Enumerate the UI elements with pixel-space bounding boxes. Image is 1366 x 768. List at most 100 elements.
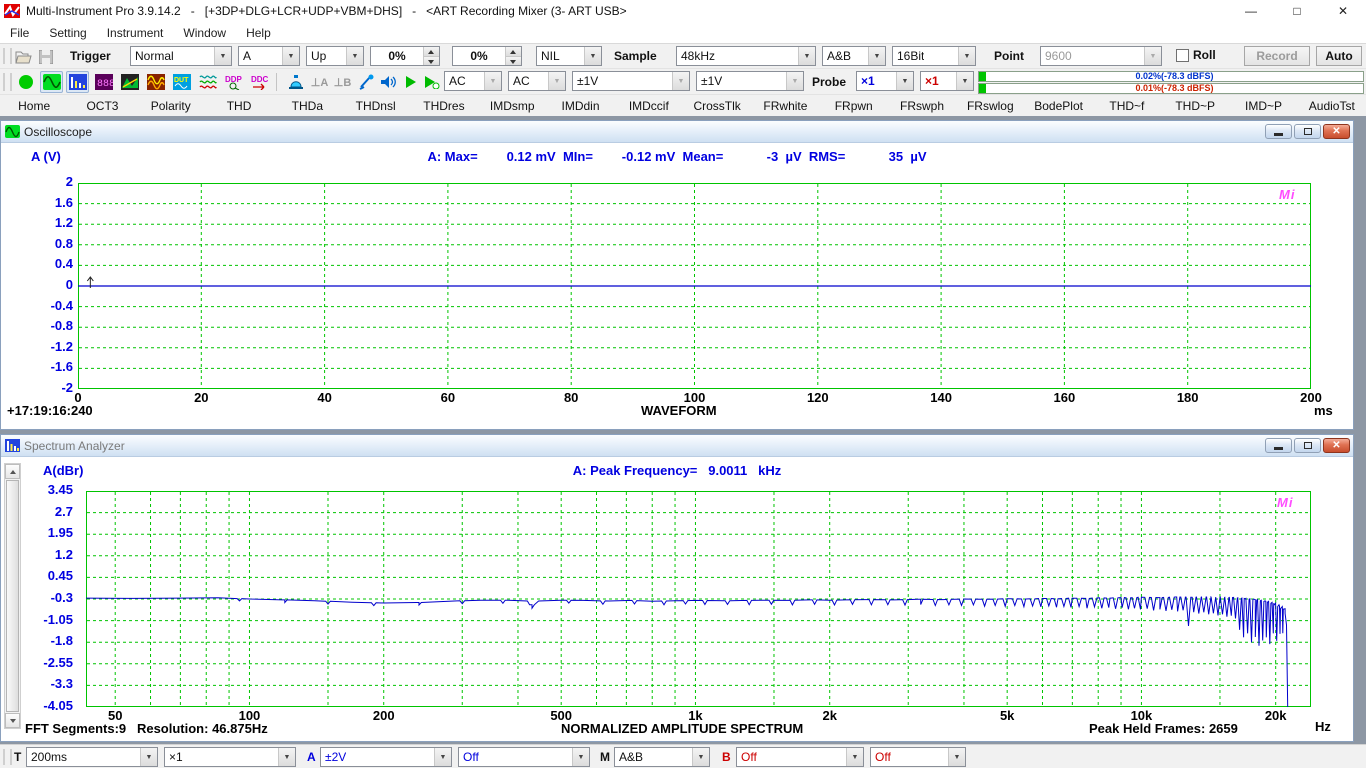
window-close-button[interactable]: ✕ <box>1323 124 1350 139</box>
window-minimize-button[interactable] <box>1265 124 1292 139</box>
menu-help[interactable]: Help <box>236 26 281 40</box>
window-close-button[interactable]: ✕ <box>1323 438 1350 453</box>
oscilloscope-titlebar[interactable]: Oscilloscope ✕ <box>1 121 1353 143</box>
channel-a-function-select[interactable]: Off <box>458 747 590 767</box>
probe-b-select[interactable]: ×1 <box>920 71 974 91</box>
run-indicator-button[interactable] <box>14 71 37 93</box>
tab-thdnsl[interactable]: THDnsl <box>341 95 409 117</box>
tab-crosstlk[interactable]: CrossTlk <box>683 95 751 117</box>
range-a-select[interactable]: ±1V <box>572 71 690 91</box>
tab-thd-f[interactable]: THD~f <box>1093 95 1161 117</box>
tab-home[interactable]: Home <box>0 95 68 117</box>
scope-x-tick-label: 0 <box>48 391 108 404</box>
coupling-a-select[interactable]: AC <box>444 71 502 91</box>
menu-setting[interactable]: Setting <box>39 26 96 40</box>
spectrum-titlebar[interactable]: Spectrum Analyzer ✕ <box>1 435 1353 457</box>
close-button[interactable]: ✕ <box>1320 0 1366 22</box>
menu-file[interactable]: File <box>0 26 39 40</box>
spectrum-x-tick-label: 200 <box>354 709 414 722</box>
trigger-level-spinner[interactable]: 0% <box>370 46 440 66</box>
probe-a-select[interactable]: ×1 <box>856 71 914 91</box>
toolbar-grip[interactable] <box>3 749 12 765</box>
spinner-arrows[interactable] <box>423 47 439 65</box>
tab-frswph[interactable]: FRswph <box>888 95 956 117</box>
trigger-delay-spinner[interactable]: 0% <box>452 46 522 66</box>
scroll-down-button[interactable] <box>5 713 20 728</box>
trigger-mode-select[interactable]: Normal <box>130 46 232 66</box>
minimize-button[interactable]: — <box>1228 0 1274 22</box>
timebase-select[interactable]: 200ms <box>26 747 158 767</box>
run-single-button[interactable] <box>420 71 443 93</box>
auto-button[interactable]: Auto <box>1316 46 1362 66</box>
oscilloscope-button[interactable] <box>40 71 63 93</box>
tab-thda[interactable]: THDa <box>273 95 341 117</box>
tab-oct3[interactable]: OCT3 <box>68 95 136 117</box>
tab-imd-p[interactable]: IMD~P <box>1229 95 1297 117</box>
channel-b-function-select[interactable]: Off <box>736 747 864 767</box>
scope-x-tick-label: 80 <box>541 391 601 404</box>
range-b-select[interactable]: ±1V <box>696 71 804 91</box>
sampling-rate-select[interactable]: 48kHz <box>676 46 816 66</box>
device-test-plan-button[interactable]: DUT <box>170 71 193 93</box>
checkbox-box[interactable] <box>1176 49 1189 62</box>
arrow-down-icon[interactable] <box>506 57 521 66</box>
window-restore-button[interactable] <box>1294 124 1321 139</box>
ddp-viewer-button[interactable]: DDP <box>222 71 245 93</box>
derived-data-curves-button[interactable] <box>196 71 219 93</box>
calibration-probe-button[interactable] <box>354 71 377 93</box>
spinner-arrows[interactable] <box>505 47 521 65</box>
window-restore-button[interactable] <box>1294 438 1321 453</box>
run-button[interactable] <box>399 71 422 93</box>
tab-thd[interactable]: THD <box>205 95 273 117</box>
tab-imddin[interactable]: IMDdin <box>546 95 614 117</box>
open-file-button[interactable] <box>12 46 35 68</box>
arrow-up-icon[interactable] <box>424 47 439 57</box>
tab-frpwn[interactable]: FRpwn <box>820 95 888 117</box>
channel-b-function2-select[interactable]: Off <box>870 747 966 767</box>
toolbar-grip[interactable] <box>3 48 12 64</box>
oscilloscope-icon <box>43 74 61 90</box>
tab-bodeplot[interactable]: BodePlot <box>1024 95 1092 117</box>
tab-thdres[interactable]: THDres <box>410 95 478 117</box>
title-bar[interactable]: Multi-Instrument Pro 3.9.14.2 - [+3DP+DL… <box>0 0 1366 22</box>
menu-instrument[interactable]: Instrument <box>97 26 174 40</box>
window-minimize-button[interactable] <box>1265 438 1292 453</box>
trigger-edge-select[interactable]: Up <box>306 46 364 66</box>
multimeter-button[interactable]: 888 <box>92 71 115 93</box>
maximize-button[interactable]: □ <box>1274 0 1320 22</box>
tab-imdccif[interactable]: IMDccif <box>615 95 683 117</box>
trigger-source-select[interactable]: A <box>238 46 300 66</box>
tab-frwhite[interactable]: FRwhite <box>751 95 819 117</box>
sampling-bits-select[interactable]: 16Bit <box>892 46 976 66</box>
timebase-multiplier-select[interactable]: ×1 <box>164 747 296 767</box>
menu-window[interactable]: Window <box>173 26 236 40</box>
trigger-frequency-reject-select[interactable]: NIL <box>536 46 602 66</box>
chevron-down-icon <box>958 47 975 65</box>
ddc-array-viewer-button[interactable]: DDC <box>248 71 271 93</box>
toolbar-grip[interactable] <box>3 73 12 91</box>
signal-generator-button[interactable] <box>144 71 167 93</box>
tab-frswlog[interactable]: FRswlog <box>956 95 1024 117</box>
save-file-button[interactable] <box>34 46 57 68</box>
oscilloscope-plot[interactable] <box>78 183 1311 389</box>
tab-thd-p[interactable]: THD~P <box>1161 95 1229 117</box>
channel-a-range-select[interactable]: ±2V <box>320 747 452 767</box>
tab-imdsmp[interactable]: IMDsmp <box>478 95 546 117</box>
oscilloscope-window: Oscilloscope ✕ A (V) A: Max= 0.12 mV MIn… <box>0 120 1354 430</box>
vibrometer-button[interactable] <box>284 71 307 93</box>
chevron-down-icon <box>956 72 973 90</box>
spectrum-stats: A: Peak Frequency= 9.0011 kHz <box>1 463 1353 478</box>
arrow-up-icon[interactable] <box>506 47 521 57</box>
arrow-down-icon[interactable] <box>424 57 439 66</box>
spectrum-3d-plot-button[interactable] <box>118 71 141 93</box>
open-folder-icon <box>15 50 33 64</box>
tab-polarity[interactable]: Polarity <box>137 95 205 117</box>
sound-device-button[interactable] <box>377 71 400 93</box>
sampling-channels-select[interactable]: A&B <box>822 46 886 66</box>
math-mode-select[interactable]: A&B <box>614 747 710 767</box>
spectrum-plot[interactable] <box>86 491 1311 707</box>
spectrum-analyzer-button[interactable] <box>66 71 89 93</box>
coupling-b-select[interactable]: AC <box>508 71 566 91</box>
roll-checkbox[interactable]: Roll <box>1176 48 1216 62</box>
tab-audiotst[interactable]: AudioTst <box>1298 95 1366 117</box>
